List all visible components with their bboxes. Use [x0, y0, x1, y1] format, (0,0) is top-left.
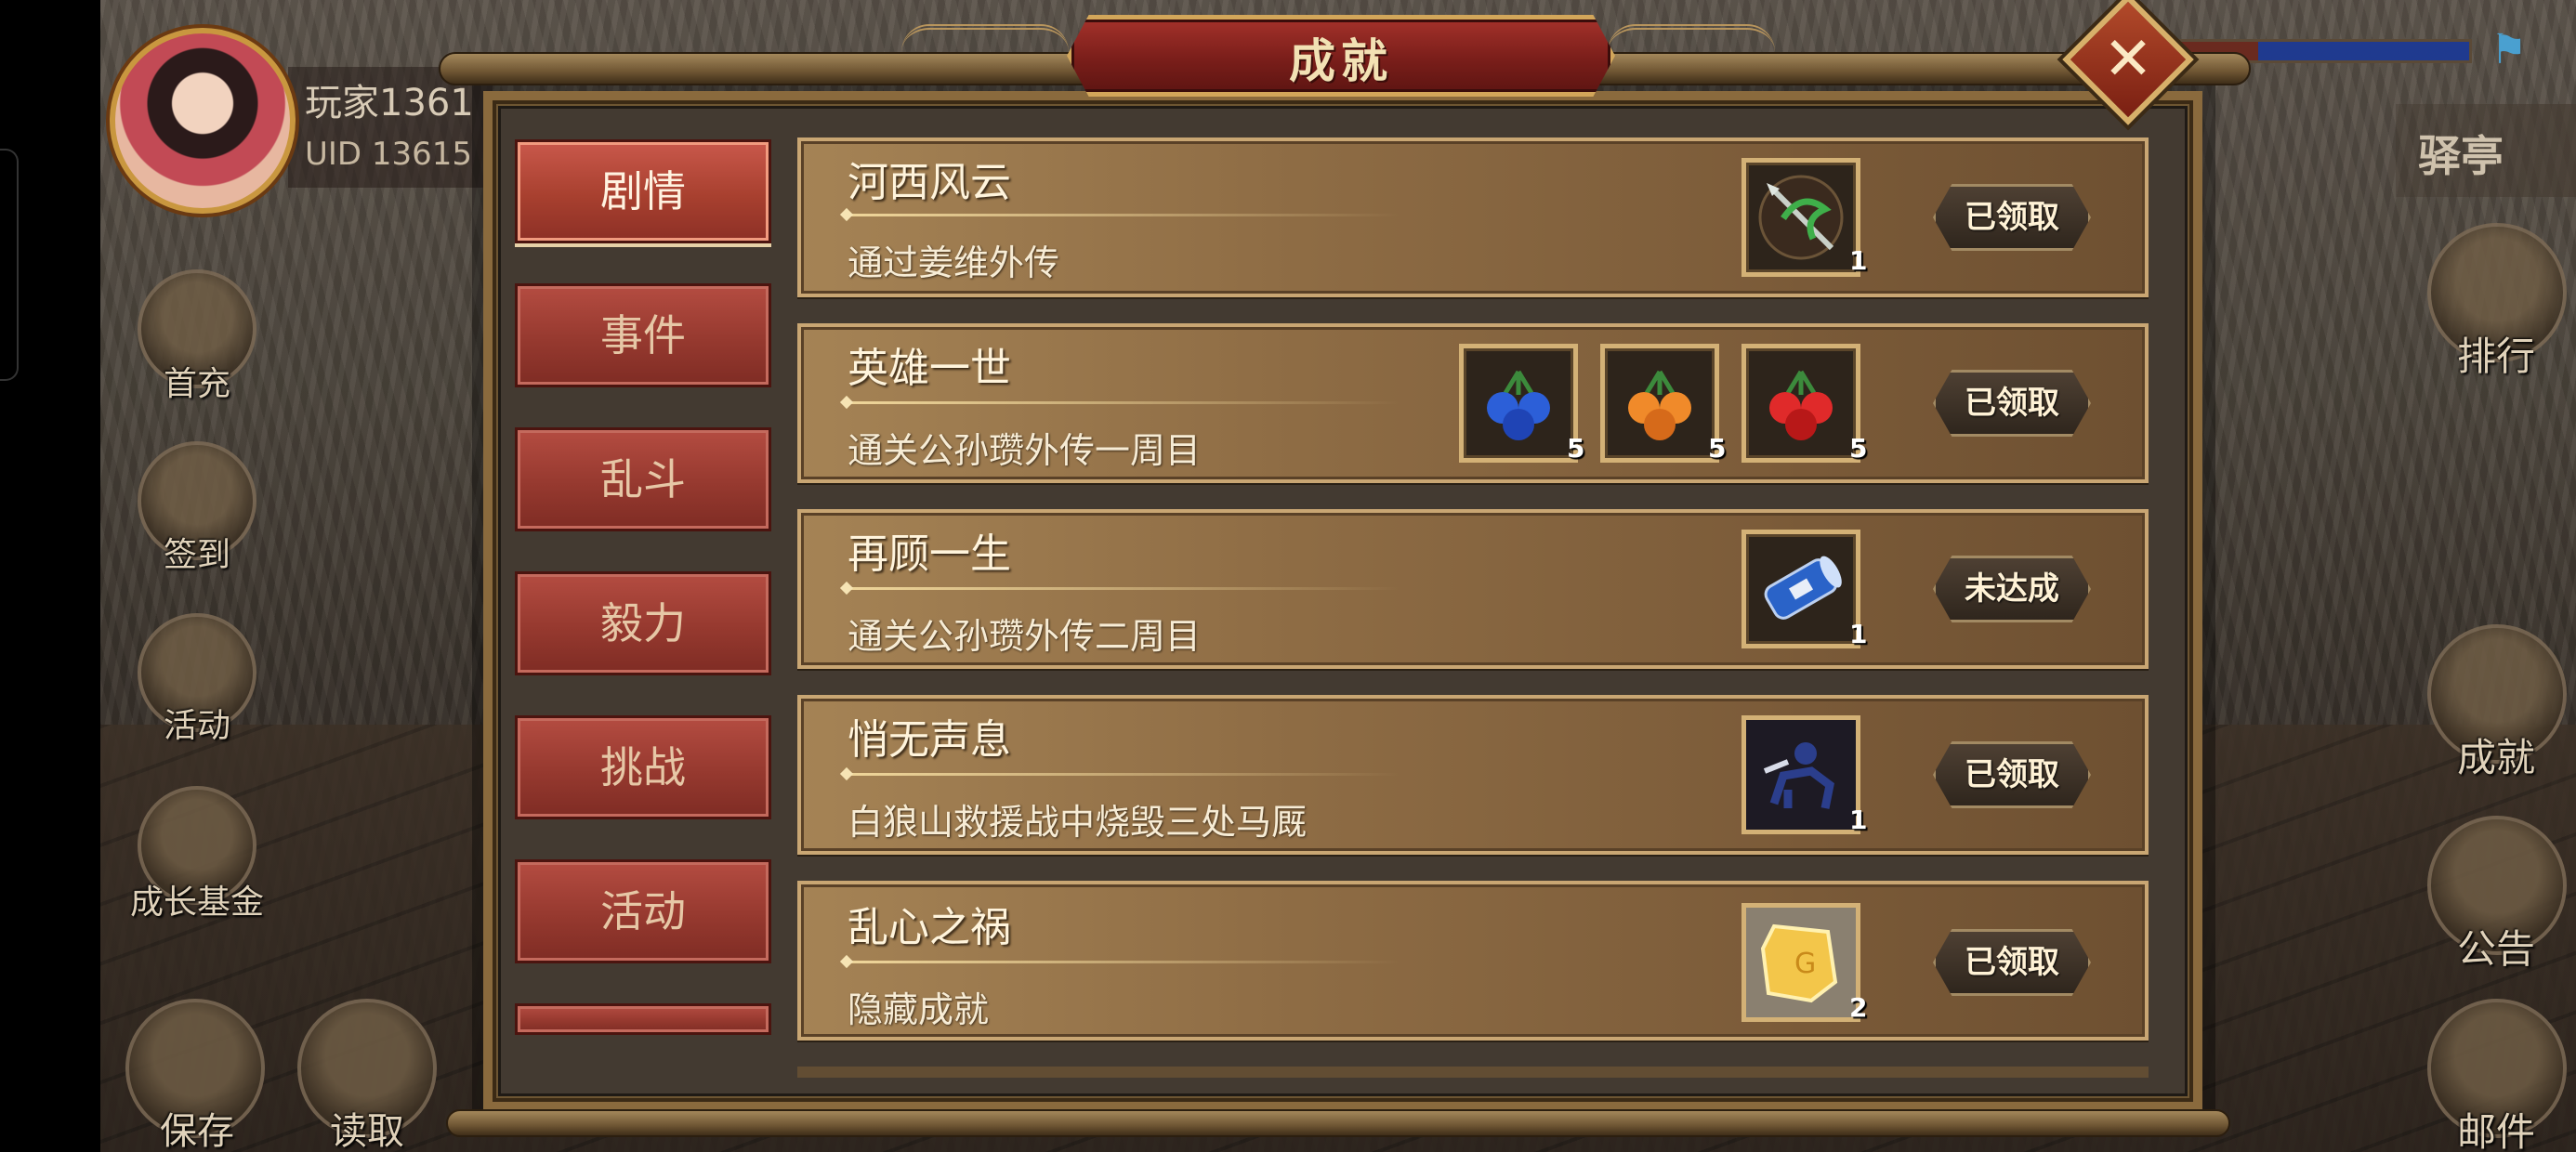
first-charge-label: 首充: [163, 365, 231, 403]
reward-count: 1: [1849, 805, 1868, 835]
reward-count: 2: [1849, 992, 1868, 1023]
title-ornament-left: [901, 24, 1069, 80]
title-ornament-right: [1608, 24, 1775, 80]
row-divider: [842, 587, 1400, 590]
reward-count: 5: [1708, 433, 1727, 464]
events-label: 活动: [163, 707, 231, 745]
reward-count: 1: [1849, 245, 1868, 276]
save-label: 保存: [160, 1110, 234, 1152]
status-label: 已领取: [1965, 385, 2059, 422]
achievement-description: 通过姜维外传: [848, 242, 1060, 283]
blue-fruit-icon[interactable]: [1459, 344, 1578, 463]
sign-in-label: 签到: [163, 536, 231, 574]
tab-event-label: 事件: [600, 310, 686, 360]
achievement-description: 隐藏成就: [848, 989, 990, 1030]
achievement-title: 悄无声息: [848, 716, 1011, 764]
reward-count: 5: [1849, 433, 1868, 464]
gold-gem-icon[interactable]: G: [1741, 903, 1860, 1022]
tab-challenge-label: 挑战: [600, 742, 686, 792]
location-name: 驿亭: [2418, 131, 2504, 181]
player-uid: UID 13615: [305, 136, 473, 173]
achievement-title: 河西风云: [848, 159, 1011, 206]
achievement-title: 乱心之祸: [848, 904, 1011, 951]
red-fruit-icon[interactable]: [1741, 344, 1860, 463]
cavalry-unit-icon[interactable]: [1741, 715, 1860, 834]
load-label: 读取: [330, 1110, 404, 1152]
tab-more[interactable]: [515, 1003, 771, 1035]
row-divider: [842, 401, 1400, 404]
status-label: 已领取: [1965, 944, 2059, 981]
row-divider: [842, 214, 1400, 216]
tab-melee-label: 乱斗: [600, 454, 686, 504]
game-screen: 玩家1361 UID 13615 首充 签到 活动 成长基金 保存 读取 驿亭 …: [0, 0, 2576, 1152]
ranking-label: 排行: [2456, 334, 2536, 379]
achievements-label: 成就: [2456, 735, 2536, 780]
phone-edge: [0, 0, 100, 1152]
player-avatar[interactable]: [110, 28, 296, 214]
achievement-description: 通关公孙瓒外传二周目: [848, 616, 1202, 657]
status-label: 已领取: [1965, 199, 2059, 236]
achievement-description: 通关公孙瓒外传一周目: [848, 430, 1202, 471]
status-label: 未达成: [1965, 570, 2059, 608]
orange-fruit-icon[interactable]: [1600, 344, 1719, 463]
achievement-title: 再顾一生: [848, 530, 1011, 578]
panel-bottom-rail: [446, 1109, 2230, 1137]
row-divider: [842, 773, 1400, 776]
row-divider: [842, 961, 1400, 963]
blue-scroll-icon[interactable]: [1741, 530, 1860, 648]
achievement-description: 白狼山救援战中烧毁三处马厩: [848, 802, 1308, 843]
tab-activity-label: 活动: [600, 886, 686, 936]
growth-fund-label: 成长基金: [129, 884, 265, 922]
next-row-peek: [797, 1067, 2149, 1078]
green-spear-icon[interactable]: [1741, 158, 1860, 277]
flag-icon: ⚑: [2491, 26, 2528, 73]
status-label: 已领取: [1965, 756, 2059, 793]
panel-title: 成就: [1289, 34, 1393, 88]
tab-story-label: 剧情: [600, 166, 686, 216]
achievement-title: 英雄一世: [848, 345, 1011, 392]
reward-count: 5: [1567, 433, 1585, 464]
svg-text:G: G: [1794, 948, 1816, 980]
tab-perseverance-label: 毅力: [600, 598, 686, 648]
close-x-icon[interactable]: ✕: [2082, 13, 2175, 106]
mail-label: 邮件: [2456, 1109, 2536, 1152]
location-banner: 驿亭: [2396, 104, 2576, 197]
notice-label: 公告: [2456, 926, 2536, 972]
reward-count: 1: [1849, 619, 1868, 649]
